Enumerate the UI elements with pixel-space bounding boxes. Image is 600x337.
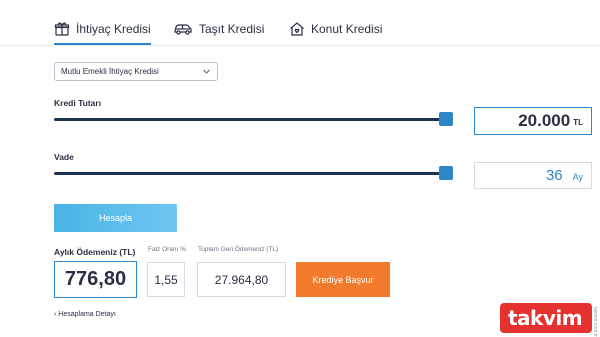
loan-type-selected: Mutlu Emekli İhtiyaç Kredisi <box>61 67 159 76</box>
loan-type-tabs: İhtiyaç Kredisi Taşıt Kredisi Konut Kred… <box>0 0 600 46</box>
tab-ihtiyac-kredisi[interactable]: İhtiyaç Kredisi <box>54 16 151 42</box>
gift-icon <box>54 21 70 37</box>
watermark-logo-text: takvim <box>500 303 592 333</box>
chevron-right-icon: › <box>54 311 57 318</box>
monthly-payment-label: Aylık Ödemeniz (TL) <box>54 247 136 257</box>
chevron-down-icon <box>202 67 211 78</box>
amount-slider-handle[interactable] <box>439 112 453 126</box>
watermark-logo: takvim takvim.com.tr <box>500 303 598 337</box>
amount-slider[interactable] <box>54 112 456 126</box>
term-slider[interactable] <box>54 166 456 180</box>
term-unit: Ay <box>572 171 583 182</box>
house-icon <box>289 21 305 37</box>
term-slider-track <box>54 172 446 175</box>
tab-tasit-kredisi[interactable]: Taşıt Kredisi <box>173 16 264 42</box>
total-repayment-label: Toplam Geri Ödemeniz (TL) <box>198 246 279 253</box>
tab-label: Taşıt Kredisi <box>199 22 265 36</box>
interest-rate-value: 1,55 <box>147 262 185 297</box>
term-input[interactable]: 36 Ay <box>474 162 592 189</box>
apply-loan-button[interactable]: Krediye Başvur <box>296 262 390 297</box>
tab-label: Konut Kredisi <box>311 22 383 36</box>
amount-value: 20.000 <box>518 111 571 130</box>
interest-rate-label: Faiz Oranı % <box>148 246 186 253</box>
amount-slider-track <box>54 118 446 121</box>
tab-label: İhtiyaç Kredisi <box>76 22 151 36</box>
car-icon <box>173 22 193 36</box>
amount-unit: TL <box>573 118 583 127</box>
tabs-divider <box>0 45 600 46</box>
amount-label: Kredi Tutarı <box>54 98 102 108</box>
calculation-detail-label: Hesaplama Detayı <box>58 311 116 318</box>
tab-konut-kredisi[interactable]: Konut Kredisi <box>289 16 382 42</box>
term-slider-handle[interactable] <box>439 166 453 180</box>
loan-type-select[interactable]: Mutlu Emekli İhtiyaç Kredisi <box>54 62 218 81</box>
amount-input[interactable]: 20.000 TL <box>474 107 592 135</box>
term-value: 36 <box>545 167 563 184</box>
monthly-payment-value: 776,80 <box>54 261 137 298</box>
term-label: Vade <box>54 152 74 162</box>
total-repayment-value: 27.964,80 <box>197 262 286 297</box>
calculate-button[interactable]: Hesapla <box>54 204 177 232</box>
watermark-subtext: takvim.com.tr <box>592 307 598 337</box>
calculation-detail-link[interactable]: › Hesaplama Detayı <box>54 311 116 318</box>
